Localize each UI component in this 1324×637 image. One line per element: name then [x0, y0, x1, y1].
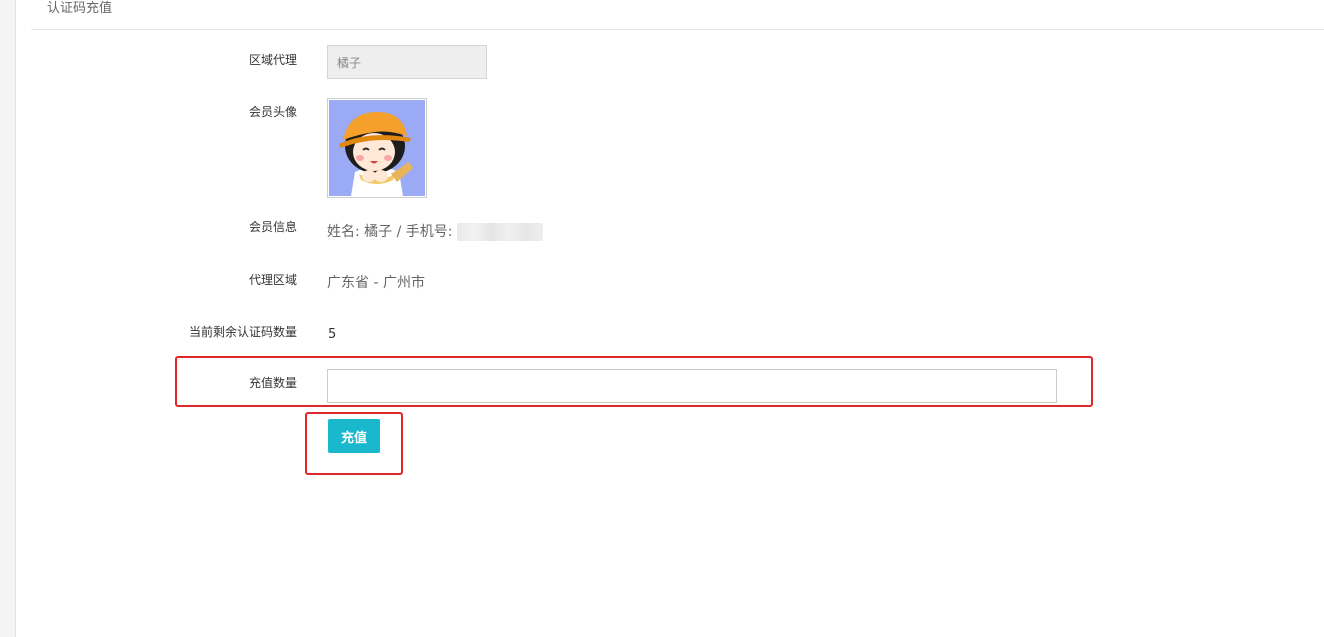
member-avatar [327, 98, 427, 198]
avatar-label: 会员头像 [248, 105, 297, 119]
agent-region-label: 代理区域 [248, 273, 297, 287]
recharge-qty-input[interactable] [327, 369, 1057, 403]
member-info-value: 姓名: 橘子 / 手机号: [327, 223, 543, 241]
agent-region-value: 广东省 - 广州市 [327, 275, 425, 291]
left-sidebar-rail [0, 0, 16, 637]
region-agent-label: 区域代理 [248, 53, 297, 67]
panel-title: 认证码充值 [47, 1, 113, 16]
region-agent-input[interactable] [327, 45, 487, 79]
redacted-phone-number [456, 223, 543, 241]
member-info-text: 姓名: 橘子 / 手机号: [327, 224, 453, 240]
remaining-count-label: 当前剩余认证码数量 [188, 325, 297, 339]
title-divider [31, 29, 1324, 30]
recharge-submit-button[interactable]: 充值 [328, 419, 380, 453]
member-avatar-cartoon-girl-icon [329, 100, 425, 196]
recharge-qty-label: 充值数量 [248, 376, 297, 390]
member-info-label: 会员信息 [248, 220, 297, 234]
remaining-count-value: 5 [328, 327, 337, 342]
